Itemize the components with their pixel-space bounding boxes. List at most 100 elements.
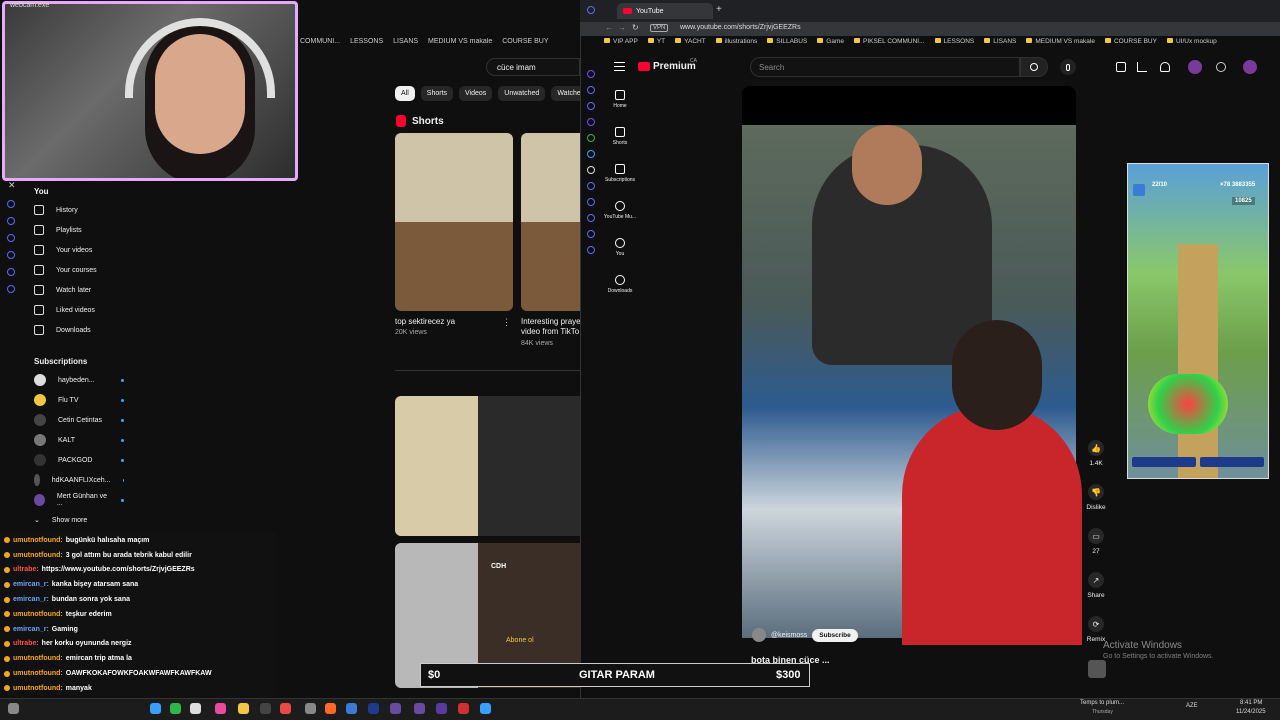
tab-youtube[interactable]: YouTube [617,3,713,19]
taskbar-app-icon[interactable] [280,703,291,714]
nav-home[interactable]: Home [600,90,640,127]
rail-icon[interactable] [7,285,15,293]
chat-username[interactable]: umutnotfound: [13,611,63,618]
sidebar-app-icon[interactable] [587,198,595,206]
left-bookmark-3[interactable]: MEDIUM VS makale [428,38,492,52]
subscription-item[interactable]: PACKGOD [30,450,140,470]
bookmark-5[interactable]: Game [817,38,844,52]
left-bookmark-4[interactable]: COURSE BUY [502,38,548,52]
chip-videos[interactable]: Videos [459,86,493,101]
chat-username[interactable]: emircan_r: [13,626,49,633]
bookmark-9[interactable]: MEDIUM VS makale [1026,38,1095,52]
subscription-item[interactable]: haybeden... [30,370,140,390]
chat-username[interactable]: umutnotfound: [13,685,63,692]
video-thumbnail-1[interactable] [395,396,580,536]
rail-icon[interactable] [7,217,15,225]
new-tab-button[interactable]: + [716,4,722,15]
search-button[interactable] [1020,57,1048,77]
sidebar-app-icon[interactable] [587,182,595,190]
create-icon[interactable] [1116,62,1126,72]
taskbar-app-icon[interactable] [8,703,19,714]
forward-icon[interactable]: → [618,23,626,32]
language-indicator[interactable]: AZE [1186,703,1198,709]
rail-icon[interactable] [7,268,15,276]
pause-icon[interactable] [1133,184,1145,196]
url-text[interactable]: www.youtube.com/shorts/ZrjvjGEEZRs [680,24,801,31]
taskbar-app-icon[interactable] [190,703,201,714]
sidebar-item-5[interactable]: Liked videos [30,300,140,320]
subscribe-button[interactable]: Subscribe [812,628,858,642]
upload-icon[interactable] [1137,62,1147,72]
sidebar-app-icon[interactable] [587,214,595,222]
taskbar-app-icon[interactable] [368,703,379,714]
taskbar-app-icon[interactable] [436,703,447,714]
taskbar-app-icon[interactable] [305,703,316,714]
nav-shorts[interactable]: Shorts [600,127,640,164]
subscription-item[interactable]: Cetin Cetintas [30,410,140,430]
left-bookmark-1[interactable]: LESSONS [350,38,383,52]
left-search-input[interactable]: cüce imam [486,58,580,76]
remix-thumbnail[interactable] [1088,660,1106,678]
close-icon[interactable]: ✕ [8,180,16,191]
bookmark-0[interactable]: VIP APP [604,38,638,52]
reload-icon[interactable]: ↻ [632,23,639,32]
taskbar-app-icon[interactable] [480,703,491,714]
sidebar-item-0[interactable]: History [30,200,140,220]
bookmark-8[interactable]: LİSANS [984,38,1016,52]
back-icon[interactable]: ← [605,23,613,32]
chat-username[interactable]: umutnotfound: [13,537,63,544]
chat-username[interactable]: emircan_r: [13,581,49,588]
chip-unwatched[interactable]: Unwatched [498,86,546,101]
voice-search-button[interactable] [1060,59,1076,75]
youtube-logo[interactable]: Premium [638,61,696,72]
sidebar-app-icon[interactable] [587,86,595,94]
short-thumbnail-1[interactable] [395,133,513,311]
sidebar-app-icon[interactable] [587,6,595,14]
like-button[interactable]: 👍 1.4K [1082,440,1110,484]
channel-handle[interactable]: @keismoss [771,632,807,639]
weather-widget[interactable]: Temps to plum... [1080,700,1124,706]
chat-username[interactable]: umutnotfound: [13,670,63,677]
sidebar-app-icon[interactable] [587,70,595,78]
taskbar-app-icon[interactable] [390,703,401,714]
bookmark-6[interactable]: PİKSEL COMMUNİ... [854,38,925,52]
taskbar-app-icon[interactable] [238,703,249,714]
left-bookmark-0[interactable]: COMMUNI... [300,38,340,52]
sidebar-app-icon[interactable] [587,118,595,126]
sidebar-app-icon[interactable] [587,150,595,158]
taskbar-app-icon[interactable] [458,703,469,714]
short-video[interactable] [742,125,1082,645]
short-thumbnail-2[interactable] [521,133,580,311]
bookmark-7[interactable]: LESSONS [934,38,974,52]
clock-date[interactable]: 11/24/2025 [1236,709,1266,715]
nav-youtubemu[interactable]: YouTube Mu... [600,201,640,238]
bookmark-4[interactable]: SILLABUS [767,38,807,52]
taskbar-app-icon[interactable] [215,703,226,714]
sidebar-app-icon[interactable] [587,134,595,142]
subscription-item[interactable]: hdKAANFLIXceh... [30,470,140,490]
short-title-1[interactable]: top sektirecez ya [395,317,455,326]
taskbar-app-icon[interactable] [346,703,357,714]
more-icon[interactable]: ⋮ [502,317,511,328]
comment-button[interactable]: ▭ 27 [1082,528,1110,572]
show-more-button[interactable]: ⌄ Show more [30,510,140,530]
chat-username[interactable]: emircan_r: [13,596,49,603]
nav-subscriptions[interactable]: Subscriptions [600,164,640,201]
dislike-button[interactable]: 👎 Dislike [1082,484,1110,528]
avatar[interactable] [1188,60,1202,74]
vpn-badge[interactable]: VPN [650,24,669,32]
bookmark-2[interactable]: YACHT [675,38,706,52]
search-input[interactable]: Search [750,57,1020,77]
chat-username[interactable]: ultrabe: [13,566,39,573]
subscription-item[interactable]: KALT [30,430,140,450]
taskbar-app-icon[interactable] [150,703,161,714]
nav-downloads[interactable]: Downloads [600,275,640,312]
subscription-item[interactable]: Flu TV [30,390,140,410]
taskbar-app-icon[interactable] [414,703,425,714]
share-button[interactable]: ↗ Share [1082,572,1110,616]
extension-icon[interactable] [1216,62,1226,72]
channel-avatar[interactable] [752,628,766,642]
nav-you[interactable]: You [600,238,640,275]
subscription-item[interactable]: Mert Günhan ve ... [30,490,140,510]
sidebar-app-icon[interactable] [587,166,595,174]
